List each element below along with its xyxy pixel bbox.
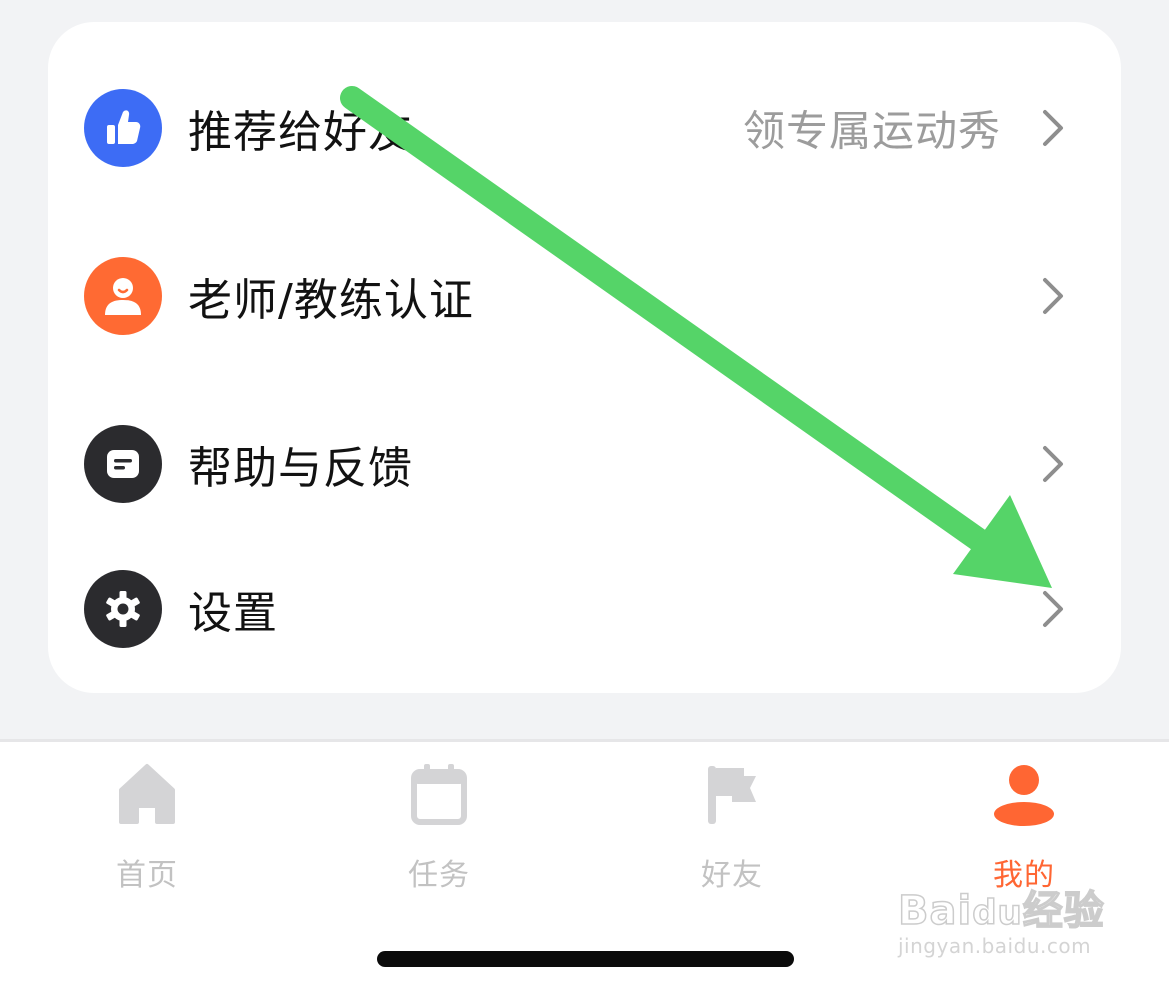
tab-home[interactable]: 首页: [67, 762, 227, 893]
tab-me[interactable]: 我的: [944, 762, 1104, 893]
tab-label: 任务: [408, 858, 470, 893]
menu-item-label: 帮助与反馈: [188, 443, 413, 494]
menu-item-label: 推荐给好友: [188, 107, 413, 158]
menu-item-recommend-to-friend[interactable]: 推荐给好友 领专属运动秀: [48, 44, 1121, 212]
thumbs-up-icon: [84, 89, 162, 167]
message-icon: [84, 425, 162, 503]
menu-item-label: 老师/教练认证: [188, 275, 474, 326]
tab-label: 好友: [701, 858, 763, 893]
menu-item-hint: 领专属运动秀: [742, 106, 1001, 156]
home-icon: [119, 764, 175, 824]
person-icon: [84, 257, 162, 335]
baidu-jingyan-watermark: Baidu经验 jingyan.baidu.com: [897, 878, 1118, 968]
chevron-right-icon: [1043, 278, 1063, 314]
watermark-logo: Baidu经验: [897, 887, 1105, 935]
watermark-url: jingyan.baidu.com: [898, 934, 1092, 958]
menu-item-help-feedback[interactable]: 帮助与反馈: [48, 380, 1121, 548]
calendar-icon: [411, 764, 467, 825]
menu-item-teacher-coach-certification[interactable]: 老师/教练认证: [48, 212, 1121, 380]
tab-label: 首页: [116, 858, 178, 893]
chevron-right-icon: [1043, 110, 1063, 146]
gear-icon: [84, 570, 162, 648]
chevron-right-icon: [1043, 591, 1063, 627]
menu-item-settings[interactable]: 设置: [48, 525, 1121, 693]
menu-item-label: 设置: [188, 588, 278, 639]
flag-icon: [708, 766, 756, 824]
chevron-right-icon: [1043, 446, 1063, 482]
profile-icon: [994, 765, 1054, 826]
tab-friends[interactable]: 好友: [652, 762, 812, 893]
home-indicator: [377, 951, 794, 967]
menu-card: 推荐给好友 领专属运动秀 老师/教练认证 帮助与反馈 设置: [48, 22, 1121, 693]
tab-tasks[interactable]: 任务: [359, 762, 519, 893]
